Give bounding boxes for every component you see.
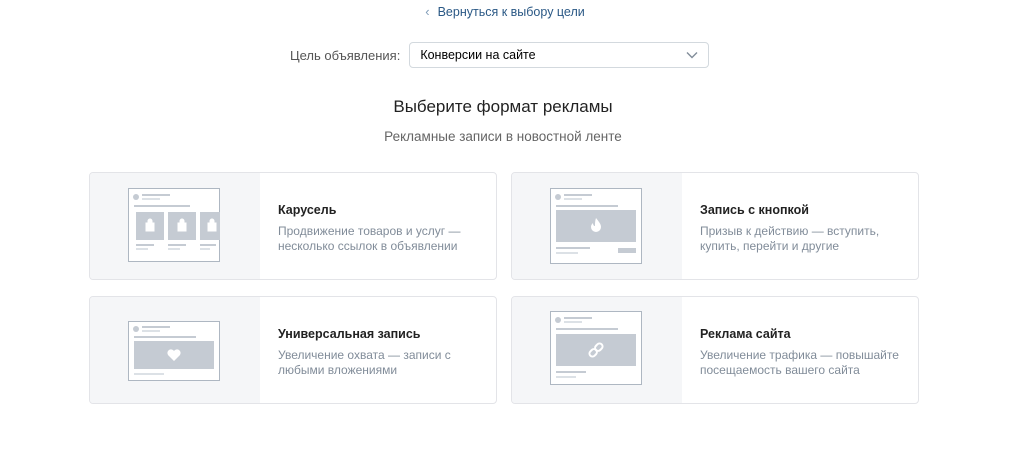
format-name: Запись с кнопкой <box>700 203 809 217</box>
format-description: Продвижение товаров и услуг — несколько … <box>278 224 478 254</box>
format-description-line: Увеличение охвата — записи с <box>278 348 451 362</box>
post-with-button-preview <box>512 173 682 279</box>
page-title: Выберите формат рекламы <box>393 97 613 116</box>
post-with-button-illustration-icon <box>550 188 642 264</box>
universal-post-preview <box>90 297 260 403</box>
format-description: Увеличение охвата — записи с любыми влож… <box>278 348 478 378</box>
format-description: Призыв к действию — вступить, купить, пе… <box>700 224 900 254</box>
carousel-illustration-icon <box>128 188 220 262</box>
format-card-universal-post[interactable]: Универсальная запись Увеличение охвата —… <box>89 296 497 404</box>
goal-select[interactable]: Конверсии на сайте <box>409 42 710 68</box>
chevron-left-icon: ‹ <box>425 4 430 19</box>
universal-post-illustration-icon <box>128 321 220 381</box>
back-link[interactable]: ‹ Вернуться к выбору цели <box>0 4 1010 20</box>
format-name: Универсальная запись <box>278 327 421 341</box>
format-description-line: любыми вложениями <box>278 363 398 377</box>
goal-select-value: Конверсии на сайте <box>420 48 536 62</box>
chevron-down-icon <box>686 51 698 59</box>
format-name: Реклама сайта <box>700 327 791 341</box>
site-ad-preview <box>512 297 682 403</box>
format-name: Карусель <box>278 203 337 217</box>
carousel-preview <box>90 173 260 279</box>
format-description-line: несколько ссылок в объявлении <box>278 239 458 253</box>
back-link-label: Вернуться к выбору цели <box>437 5 585 19</box>
format-card-carousel[interactable]: Карусель Продвижение товаров и услуг — н… <box>89 172 497 280</box>
format-card-site-ad[interactable]: Реклама сайта Увеличение трафика — повыш… <box>511 296 919 404</box>
format-description-line: Продвижение товаров и услуг — <box>278 224 461 238</box>
site-ad-illustration-icon <box>550 311 642 385</box>
goal-label: Цель объявления: <box>290 47 401 63</box>
format-card-post-with-button[interactable]: Запись с кнопкой Призыв к действию — вст… <box>511 172 919 280</box>
format-description-line: Призыв к действию — вступить, <box>700 224 880 238</box>
format-description-line: Увеличение трафика — повышайте <box>700 348 899 362</box>
format-description-line: купить, перейти и другие <box>700 239 840 253</box>
goal-row: Цель объявления: Конверсии на сайте <box>290 42 710 68</box>
section-subtitle: Рекламные записи в новостной ленте <box>384 129 622 144</box>
format-description-line: посещаемость вашего сайта <box>700 363 860 377</box>
format-description: Увеличение трафика — повышайте посещаемо… <box>700 348 900 378</box>
